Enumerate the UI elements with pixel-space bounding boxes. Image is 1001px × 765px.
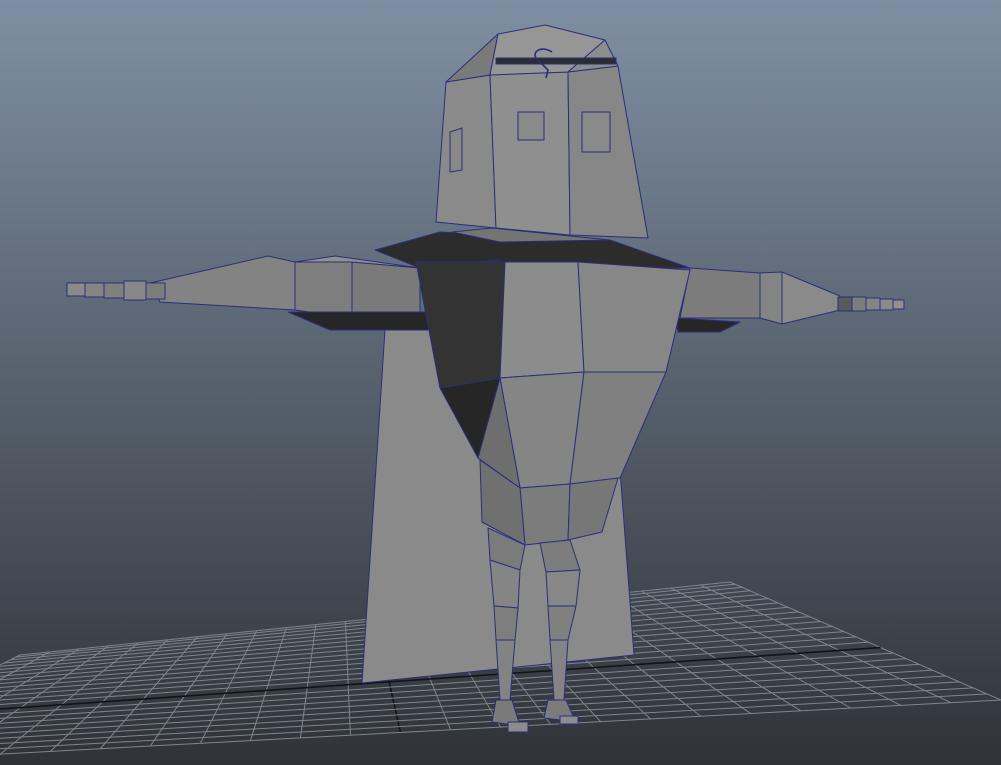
viewport-canvas[interactable] [0,0,1001,765]
3d-viewport[interactable] [0,0,1001,765]
